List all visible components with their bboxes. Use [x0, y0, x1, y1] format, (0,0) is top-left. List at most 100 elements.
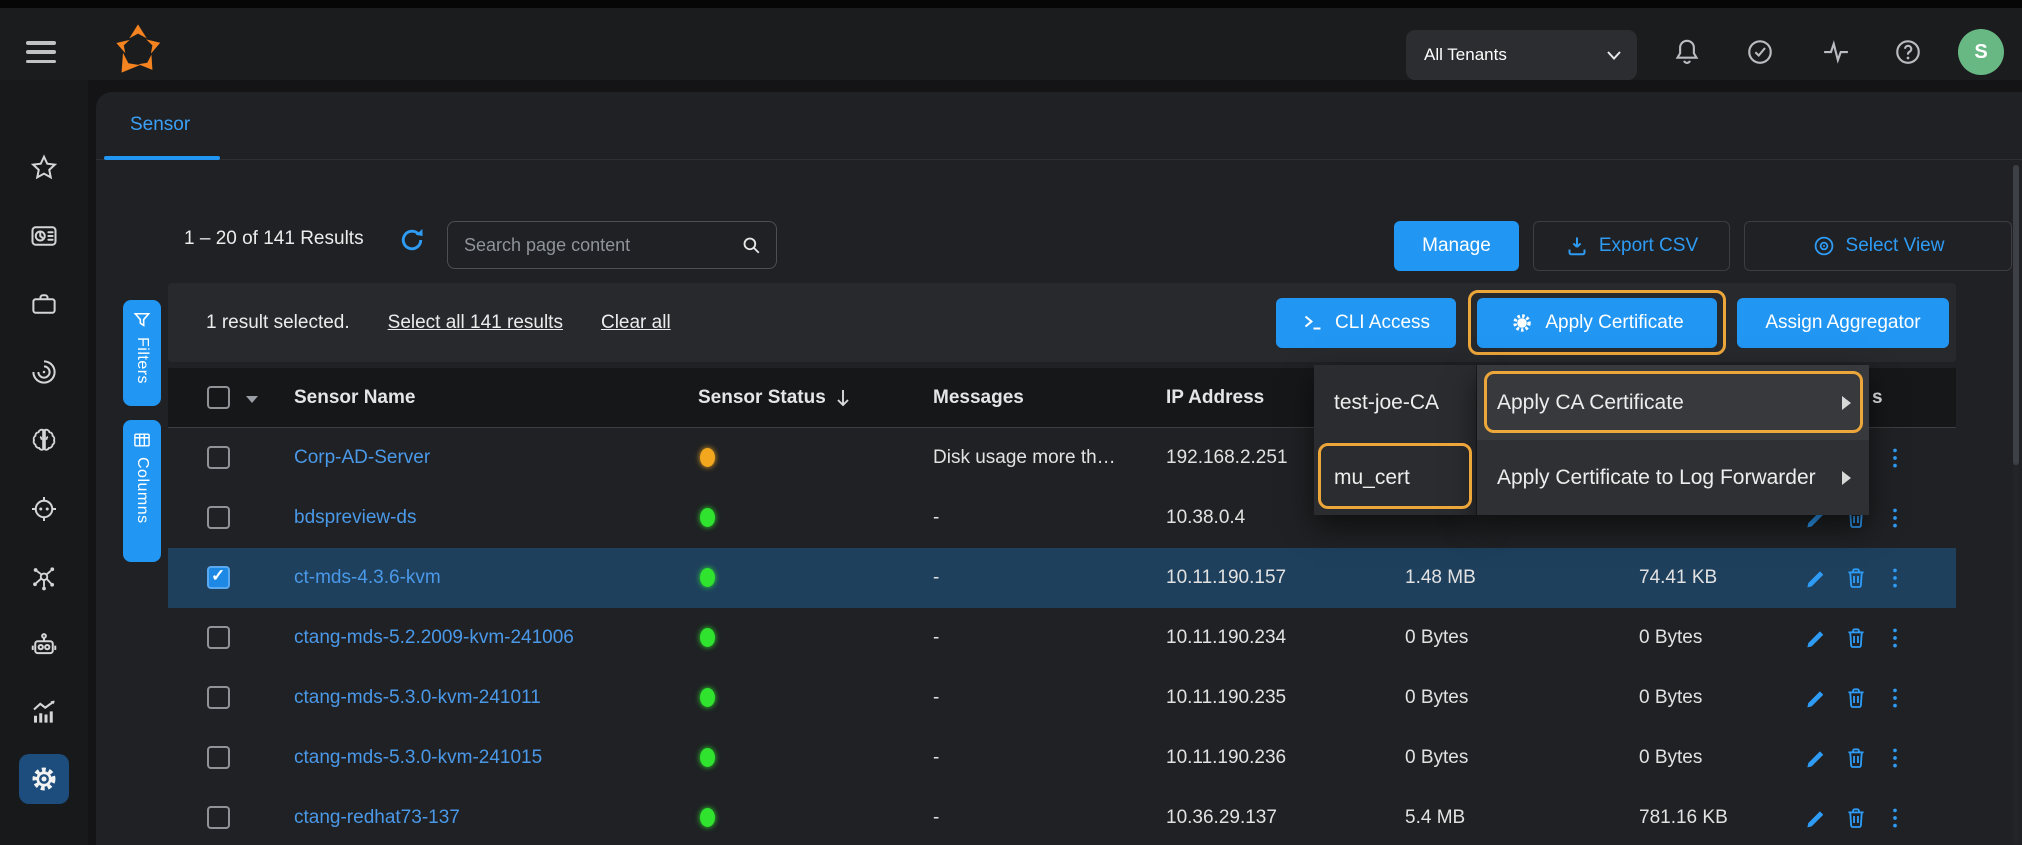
scrollbar-thumb[interactable] — [2013, 165, 2019, 465]
select-view-label: Select View — [1846, 235, 1945, 257]
select-all-checkbox[interactable] — [207, 386, 230, 409]
chart-icon — [29, 697, 59, 727]
menu-item-label: Apply Certificate to Log Forwarder — [1497, 466, 1816, 490]
delete-icon[interactable] — [1843, 565, 1869, 591]
search-icon — [740, 234, 763, 257]
header-messages[interactable]: Messages — [933, 368, 1024, 428]
menu-item-apply-ca-certificate[interactable]: Apply CA Certificate — [1477, 365, 1869, 440]
edit-icon[interactable] — [1804, 685, 1830, 711]
sidebar-item-cases[interactable] — [21, 281, 67, 327]
header-sensor-name[interactable]: Sensor Name — [294, 368, 415, 428]
menu-item-mu-cert[interactable]: mu_cert — [1314, 440, 1476, 515]
selected-count-text: 1 result selected. — [206, 312, 350, 334]
more-actions-icon[interactable] — [1882, 685, 1908, 711]
more-actions-icon[interactable] — [1882, 505, 1908, 531]
tenant-selector[interactable]: All Tenants — [1406, 30, 1637, 80]
table-row[interactable]: ctang-redhat73-137-10.36.29.1375.4 MB781… — [168, 788, 1956, 845]
header-sensor-status[interactable]: Sensor Status — [698, 368, 826, 428]
sensor-name-link[interactable]: bdspreview-ds — [294, 488, 417, 548]
network-icon — [29, 563, 59, 593]
checkbox-caret-icon[interactable] — [246, 396, 258, 403]
brain-icon — [29, 425, 59, 455]
refresh-icon[interactable] — [397, 225, 427, 255]
user-avatar[interactable]: S — [1958, 29, 2004, 75]
clear-all-link[interactable]: Clear all — [601, 312, 671, 334]
message-cell: - — [933, 728, 939, 788]
activity-pulse-icon[interactable] — [1821, 37, 1851, 67]
status-dot — [700, 448, 715, 467]
select-all-link[interactable]: Select all 141 results — [388, 312, 563, 334]
row-checkbox[interactable] — [207, 746, 230, 769]
message-cell: Disk usage more th… — [933, 428, 1116, 488]
sidebar-item-settings[interactable] — [19, 754, 69, 804]
manage-button[interactable]: Manage — [1394, 221, 1519, 271]
table-row[interactable]: ctang-mds-5.2.2009-kvm-241006-10.11.190.… — [168, 608, 1956, 668]
delete-icon[interactable] — [1843, 805, 1869, 831]
row-checkbox[interactable] — [207, 566, 230, 589]
sidebar-item-ai-intelligence[interactable] — [21, 417, 67, 463]
sensor-name-link[interactable]: ctang-mds-5.2.2009-kvm-241006 — [294, 608, 574, 668]
table-row[interactable]: ctang-mds-5.3.0-kvm-241011-10.11.190.235… — [168, 668, 1956, 728]
sensor-name-link[interactable]: Corp-AD-Server — [294, 428, 430, 488]
sensor-name-link[interactable]: ctang-mds-5.3.0-kvm-241015 — [294, 728, 542, 788]
menu-icon[interactable] — [26, 41, 56, 63]
submenu-arrow-icon — [1842, 396, 1851, 410]
columns-tab[interactable]: Columns — [123, 420, 161, 562]
sidebar-item-favorites[interactable] — [21, 145, 67, 191]
edit-icon[interactable] — [1804, 625, 1830, 651]
search-input[interactable] — [448, 235, 740, 256]
message-cell: - — [933, 608, 939, 668]
briefcase-icon — [29, 289, 59, 319]
check-circle-icon[interactable] — [1745, 37, 1775, 67]
apply-certificate-button[interactable]: Apply Certificate — [1477, 298, 1717, 348]
table-row[interactable]: ct-mds-4.3.6-kvm-10.11.190.1571.48 MB74.… — [168, 548, 1956, 608]
assign-aggregator-button[interactable]: Assign Aggregator — [1737, 298, 1949, 348]
tab-sensor[interactable]: Sensor — [130, 114, 190, 136]
more-actions-icon[interactable] — [1882, 745, 1908, 771]
sidebar-item-reports[interactable] — [21, 689, 67, 735]
row-checkbox[interactable] — [207, 686, 230, 709]
more-actions-icon[interactable] — [1882, 625, 1908, 651]
notifications-bell-icon[interactable] — [1672, 37, 1702, 67]
sidebar-item-detections[interactable] — [21, 486, 67, 532]
topbar: All Tenants S — [0, 8, 2022, 80]
message-cell: - — [933, 488, 939, 548]
cli-access-button[interactable]: CLI Access — [1276, 298, 1456, 348]
header-ip-address[interactable]: IP Address — [1166, 368, 1264, 428]
filters-tab[interactable]: Filters — [123, 300, 161, 406]
sensor-name-link[interactable]: ctang-mds-5.3.0-kvm-241011 — [294, 668, 541, 728]
select-view-button[interactable]: Select View — [1744, 221, 2012, 271]
delete-icon[interactable] — [1843, 745, 1869, 771]
more-actions-icon[interactable] — [1882, 445, 1908, 471]
edit-icon[interactable] — [1804, 745, 1830, 771]
target-icon — [29, 494, 59, 524]
sensor-name-link[interactable]: ct-mds-4.3.6-kvm — [294, 548, 441, 608]
apply-certificate-label: Apply Certificate — [1545, 312, 1683, 334]
menu-item-apply-certificate-log-forwarder[interactable]: Apply Certificate to Log Forwarder — [1477, 440, 1869, 515]
edit-icon[interactable] — [1804, 565, 1830, 591]
dashboard-icon — [29, 221, 59, 251]
more-actions-icon[interactable] — [1882, 565, 1908, 591]
sidebar-item-automation[interactable] — [21, 622, 67, 668]
edit-icon[interactable] — [1804, 805, 1830, 831]
columns-tab-label: Columns — [133, 457, 151, 524]
row-checkbox[interactable] — [207, 626, 230, 649]
row-checkbox[interactable] — [207, 446, 230, 469]
delete-icon[interactable] — [1843, 625, 1869, 651]
sidebar-item-correlation[interactable] — [21, 555, 67, 601]
spiral-icon — [29, 357, 59, 387]
sidebar-item-threat-hunting[interactable] — [21, 349, 67, 395]
row-checkbox[interactable] — [207, 806, 230, 829]
row-checkbox[interactable] — [207, 506, 230, 529]
size-cell-b: 781.16 KB — [1639, 788, 1728, 845]
sidebar-item-dashboard[interactable] — [21, 213, 67, 259]
ip-address-cell: 10.38.0.4 — [1166, 488, 1245, 548]
menu-item-test-joe-ca[interactable]: test-joe-CA — [1314, 365, 1476, 440]
status-dot — [700, 508, 715, 527]
delete-icon[interactable] — [1843, 685, 1869, 711]
table-row[interactable]: ctang-mds-5.3.0-kvm-241015-10.11.190.236… — [168, 728, 1956, 788]
more-actions-icon[interactable] — [1882, 805, 1908, 831]
sensor-name-link[interactable]: ctang-redhat73-137 — [294, 788, 460, 845]
export-csv-button[interactable]: Export CSV — [1533, 221, 1730, 271]
help-icon[interactable] — [1893, 37, 1923, 67]
